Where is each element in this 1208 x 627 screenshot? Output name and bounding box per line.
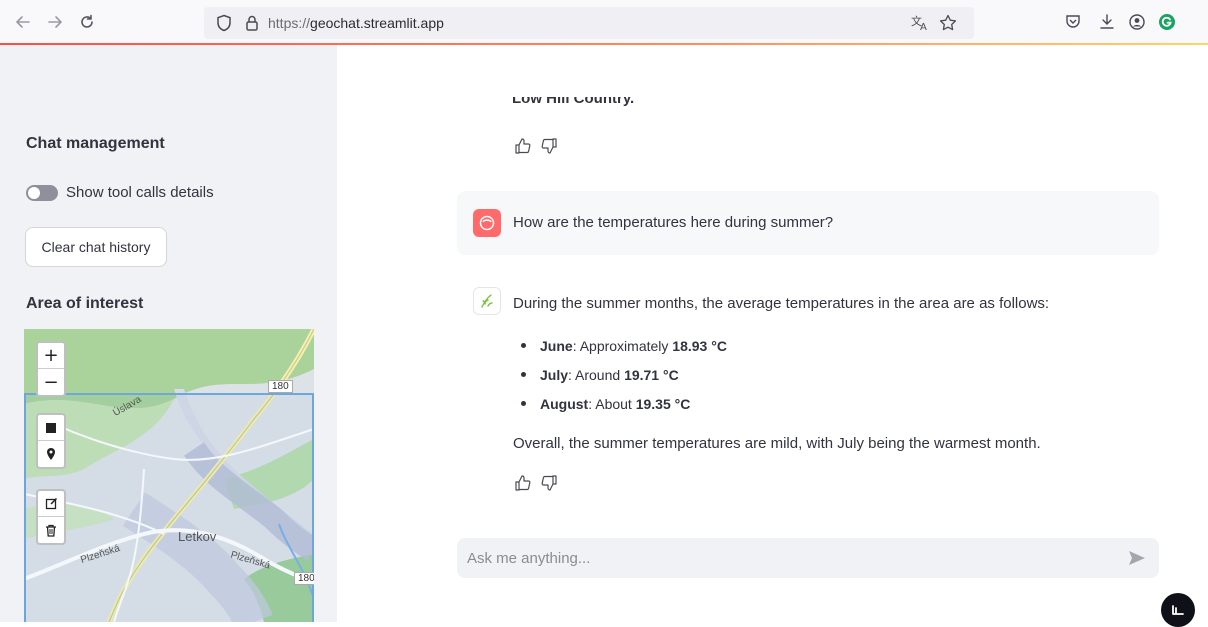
edit-toolbar xyxy=(36,489,66,545)
map-label-town: Letkov xyxy=(178,529,217,544)
bookmark-star-icon[interactable] xyxy=(938,13,958,38)
assistant-message: During the summer months, the average te… xyxy=(457,287,1159,507)
list-item-value: 19.35 °C xyxy=(635,395,691,412)
map-tiles xyxy=(24,329,314,622)
chat-input-container xyxy=(457,538,1159,578)
delete-layers-icon[interactable] xyxy=(38,517,64,543)
chat-main: Low Hill Country. How are the temperatur… xyxy=(337,45,1208,622)
send-icon[interactable] xyxy=(1127,548,1147,573)
draw-rectangle-icon[interactable] xyxy=(38,415,64,441)
sidebar: Chat management Show tool calls details … xyxy=(0,45,337,622)
list-item: June: Approximately 18.93 °C xyxy=(513,331,727,360)
thumbs-up-icon[interactable] xyxy=(514,137,532,160)
draw-marker-icon[interactable] xyxy=(38,441,64,467)
assistant-intro-text: During the summer months, the average te… xyxy=(513,295,1050,312)
thumbs-up-icon[interactable] xyxy=(514,474,532,497)
list-item-text: : Approximately xyxy=(572,337,673,354)
bullet xyxy=(521,372,526,377)
area-map[interactable]: + − Letkov Plzeňská Plzeňská Úslava 180 … xyxy=(24,329,314,622)
bullet xyxy=(521,401,526,406)
list-item-value: 19.71 °C xyxy=(624,366,679,383)
reload-icon[interactable] xyxy=(76,11,98,33)
tool-calls-toggle-label: Show tool calls details xyxy=(66,184,214,201)
list-item-text: : About xyxy=(588,395,636,412)
previous-message-tail: Low Hill Country. xyxy=(512,97,635,107)
tracking-shield-icon[interactable] xyxy=(216,14,232,37)
road-number-shield-2: 180 xyxy=(294,572,314,585)
tool-calls-toggle[interactable] xyxy=(26,184,58,201)
road-number-shield-1: 180 xyxy=(268,380,293,393)
toggle-knob xyxy=(28,186,40,199)
zoom-in-button[interactable]: + xyxy=(38,343,64,369)
back-icon[interactable] xyxy=(12,11,34,33)
user-avatar-icon xyxy=(473,209,501,237)
chat-management-heading: Chat management xyxy=(26,135,165,152)
edit-layers-icon[interactable] xyxy=(38,491,64,517)
list-item: August: About 19.35 °C xyxy=(513,389,727,418)
area-of-interest-heading: Area of interest xyxy=(26,295,144,312)
user-message: How are the temperatures here during sum… xyxy=(457,191,1159,255)
zoom-control: + − xyxy=(36,341,66,397)
clear-chat-history-button[interactable]: Clear chat history xyxy=(25,227,167,267)
url-text[interactable]: https://geochat.streamlit.app xyxy=(268,15,444,31)
url-prefix: https:// xyxy=(268,15,311,31)
svg-text:A: A xyxy=(920,22,927,33)
browser-toolbar: https://geochat.streamlit.app 文A xyxy=(0,0,1208,45)
thumbs-down-icon[interactable] xyxy=(540,137,558,160)
lock-icon[interactable] xyxy=(244,14,260,37)
draw-toolbar xyxy=(36,413,66,469)
feedback-row-2 xyxy=(514,474,558,497)
list-item-value: 18.93 °C xyxy=(672,337,727,354)
assistant-outro-text: Overall, the summer temperatures are mil… xyxy=(513,435,1041,452)
list-item-text: : Around xyxy=(568,366,625,383)
bullet xyxy=(521,343,526,348)
list-item-month: August xyxy=(540,395,589,412)
feedback-row-1 xyxy=(514,137,558,160)
user-message-text: How are the temperatures here during sum… xyxy=(513,214,834,231)
list-item-month: June xyxy=(540,337,573,354)
zoom-out-button[interactable]: − xyxy=(38,369,64,395)
forward-icon[interactable] xyxy=(44,11,66,33)
chat-input[interactable] xyxy=(457,538,1097,578)
pocket-icon[interactable] xyxy=(1062,11,1084,33)
download-icon[interactable] xyxy=(1096,11,1118,33)
assistant-avatar-icon xyxy=(473,287,501,315)
thumbs-down-icon[interactable] xyxy=(540,474,558,497)
address-bar[interactable]: https://geochat.streamlit.app 文A xyxy=(204,7,974,39)
grammarly-extension-icon[interactable] xyxy=(1156,11,1178,33)
temperature-list: June: Approximately 18.93 °C July: Aroun… xyxy=(513,331,727,418)
url-host: geochat.streamlit.app xyxy=(310,15,444,31)
tool-calls-toggle-row[interactable]: Show tool calls details xyxy=(26,184,214,201)
list-item: July: Around 19.71 °C xyxy=(513,360,727,389)
list-item-month: July xyxy=(540,366,569,383)
translate-icon[interactable]: 文A xyxy=(910,13,930,38)
account-icon[interactable] xyxy=(1126,11,1148,33)
